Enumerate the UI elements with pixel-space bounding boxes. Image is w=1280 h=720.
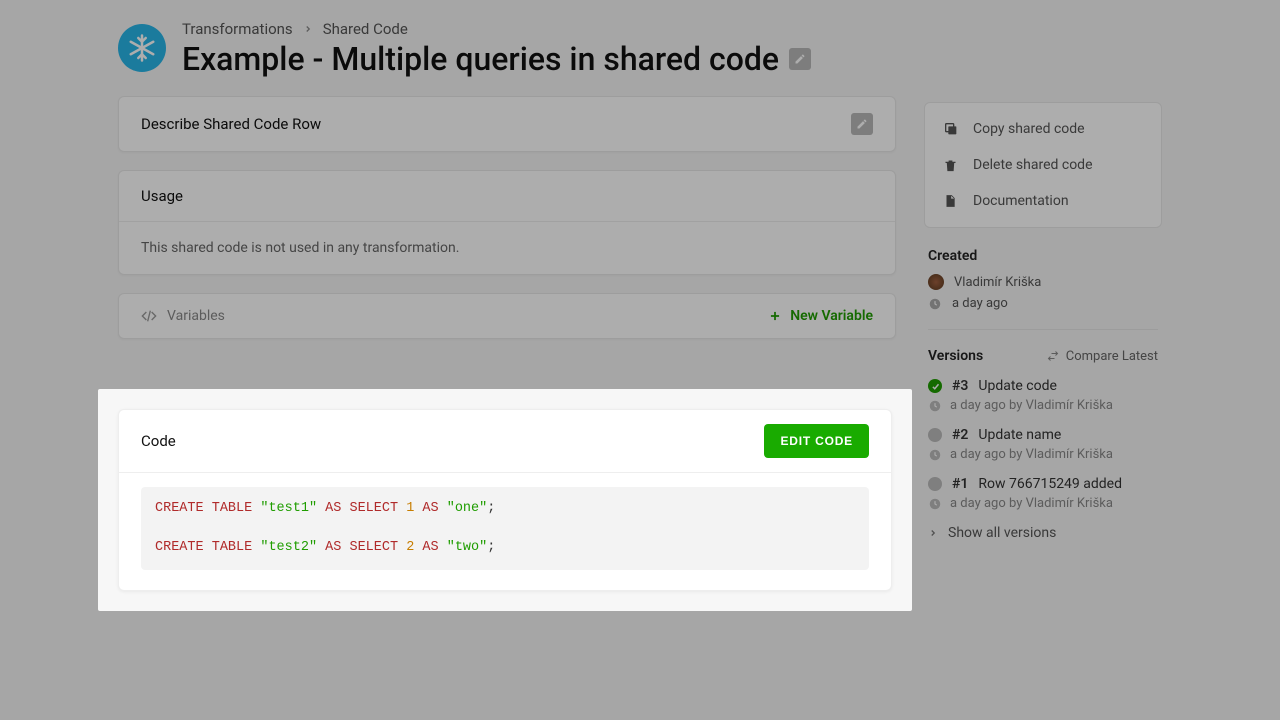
created-time: a day ago	[952, 296, 1008, 311]
clock-icon	[928, 297, 942, 311]
copy-label: Copy shared code	[973, 121, 1085, 137]
page-title: Example - Multiple queries in shared cod…	[182, 40, 779, 78]
trash-icon	[943, 158, 959, 173]
versions-heading: Versions	[928, 348, 983, 364]
variables-title: Variables	[167, 308, 225, 324]
version-title: Row 766715249 added	[978, 476, 1122, 492]
clock-icon	[928, 497, 942, 511]
version-item[interactable]: #1 Row 766715249 added a day ago by Vlad…	[928, 476, 1158, 511]
clock-icon	[928, 399, 942, 413]
chevron-right-icon	[303, 24, 313, 34]
delete-shared-code-action[interactable]: Delete shared code	[925, 147, 1161, 183]
dot-icon	[928, 428, 942, 442]
code-title: Code	[141, 432, 176, 450]
usage-title: Usage	[141, 187, 183, 205]
edit-description-button[interactable]	[851, 113, 873, 135]
dot-icon	[928, 477, 942, 491]
version-number: #3	[952, 378, 968, 394]
code-card: Code EDIT CODE CREATE TABLE "test1" AS S…	[118, 409, 892, 591]
edit-title-button[interactable]	[789, 48, 811, 70]
version-sub: a day ago by Vladimír Kriška	[950, 496, 1113, 511]
breadcrumb-shared-code[interactable]: Shared Code	[323, 20, 408, 38]
avatar	[928, 274, 944, 290]
version-item[interactable]: #3 Update code a day ago by Vladimír Kri…	[928, 378, 1158, 413]
version-sub: a day ago by Vladimír Kriška	[950, 398, 1113, 413]
edit-code-button[interactable]: EDIT CODE	[764, 424, 869, 458]
clock-icon	[928, 448, 942, 462]
docs-label: Documentation	[973, 193, 1069, 209]
document-icon	[943, 193, 959, 209]
usage-body: This shared code is not used in any tran…	[119, 222, 895, 274]
created-heading: Created	[928, 248, 1158, 264]
snowflake-icon	[118, 24, 166, 72]
created-author: Vladimír Kriška	[954, 275, 1041, 290]
version-sub: a day ago by Vladimír Kriška	[950, 447, 1113, 462]
new-variable-button[interactable]: New Variable	[768, 308, 873, 324]
version-number: #2	[952, 427, 968, 443]
documentation-action[interactable]: Documentation	[925, 183, 1161, 219]
check-circle-icon	[928, 379, 942, 393]
code-block: CREATE TABLE "test1" AS SELECT 1 AS "one…	[141, 487, 869, 570]
describe-card: Describe Shared Code Row	[118, 96, 896, 152]
variables-card: Variables New Variable	[118, 293, 896, 339]
copy-icon	[943, 121, 959, 137]
version-item[interactable]: #2 Update name a day ago by Vladimír Kri…	[928, 427, 1158, 462]
side-actions-card: Copy shared code Delete shared code Docu…	[924, 102, 1162, 228]
breadcrumb: Transformations Shared Code	[182, 20, 811, 38]
delete-label: Delete shared code	[973, 157, 1093, 173]
compare-latest-link[interactable]: Compare Latest	[1046, 349, 1158, 364]
show-all-label: Show all versions	[948, 525, 1056, 541]
copy-shared-code-action[interactable]: Copy shared code	[925, 111, 1161, 147]
usage-card: Usage This shared code is not used in an…	[118, 170, 896, 275]
new-variable-label: New Variable	[790, 308, 873, 324]
describe-title: Describe Shared Code Row	[141, 115, 321, 133]
compare-label: Compare Latest	[1066, 349, 1158, 364]
show-all-versions-link[interactable]: Show all versions	[928, 525, 1158, 541]
version-title: Update code	[978, 378, 1057, 394]
code-brackets-icon	[141, 308, 157, 324]
version-title: Update name	[978, 427, 1061, 443]
version-number: #1	[952, 476, 968, 492]
breadcrumb-transformations[interactable]: Transformations	[182, 20, 293, 38]
